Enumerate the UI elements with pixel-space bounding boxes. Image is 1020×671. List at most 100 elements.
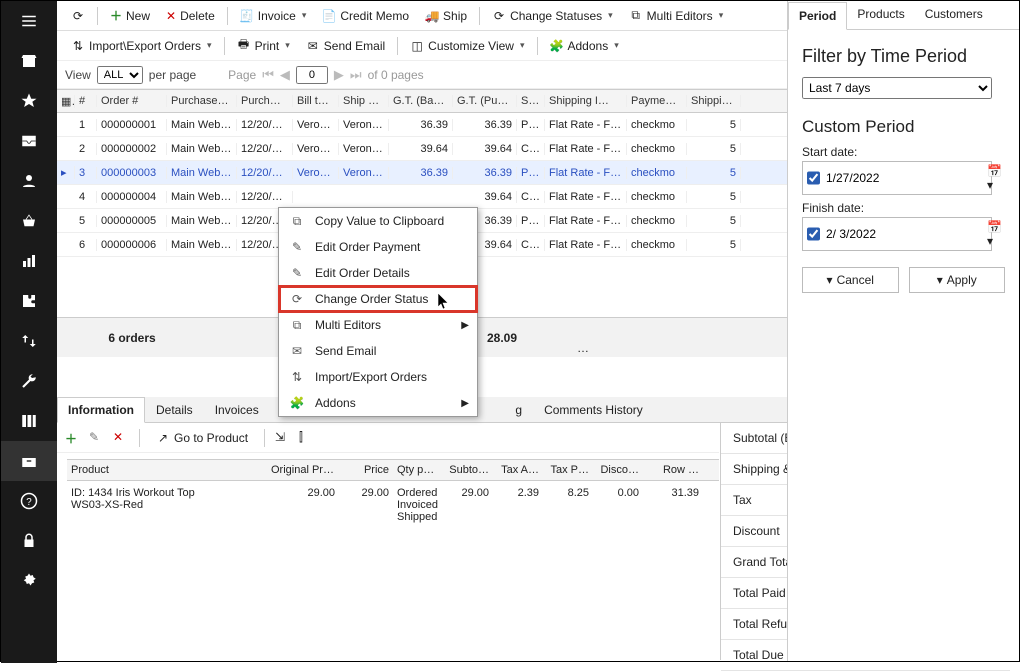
- drawer-icon[interactable]: [1, 441, 57, 481]
- add-icon[interactable]: ＋: [65, 430, 81, 446]
- columns-icon[interactable]: [1, 401, 57, 441]
- start-date-input[interactable]: 📅▾: [802, 161, 992, 195]
- chart-icon[interactable]: [1, 241, 57, 281]
- print-button[interactable]: 🖶Print: [231, 37, 296, 55]
- finish-date-check[interactable]: [807, 227, 820, 241]
- print-icon: 🖶: [237, 39, 251, 53]
- delete-button[interactable]: ✕Delete: [160, 7, 221, 25]
- col-header[interactable]: Payme…: [627, 95, 687, 107]
- page-input[interactable]: [296, 66, 328, 84]
- table-row[interactable]: ▸3000000003Main Websit…12/20/2…Veron…Ver…: [57, 161, 787, 185]
- finish-date-input[interactable]: 📅▾: [802, 217, 992, 251]
- ship-button[interactable]: 🚚Ship: [419, 7, 473, 25]
- puzzle-icon: 🧩: [289, 395, 305, 411]
- gear-icon[interactable]: [1, 561, 57, 601]
- store-icon[interactable]: [1, 41, 57, 81]
- puzzle-icon[interactable]: [1, 281, 57, 321]
- delete-icon[interactable]: ✕: [113, 430, 129, 446]
- lock-icon[interactable]: [1, 521, 57, 561]
- copy-icon: ⧉: [289, 213, 305, 229]
- pager-bar: View ALL per page Page ⏮ ◀ ▶ ⏭ of 0 page…: [57, 61, 787, 89]
- plus-icon: ＋: [110, 7, 122, 24]
- product-name: ID: 1434 Iris Workout Top WS03-XS-Red: [67, 485, 267, 525]
- ctx-copy-value-to-clipboard[interactable]: ⧉Copy Value to Clipboard: [279, 208, 477, 234]
- go-to-product-button[interactable]: ↗Go to Product: [150, 429, 254, 447]
- original-price: 29.00: [267, 485, 339, 525]
- tax-amount: 2.39: [493, 485, 543, 525]
- addons-button[interactable]: 🧩Addons: [544, 37, 625, 55]
- help-icon[interactable]: ?: [1, 481, 57, 521]
- per-page-label: per page: [149, 68, 196, 82]
- col-header[interactable]: #: [75, 95, 97, 107]
- new-button[interactable]: ＋New: [104, 5, 156, 26]
- tab-information[interactable]: Information: [57, 397, 145, 423]
- customize-view-button[interactable]: ◫Customize View: [404, 37, 530, 55]
- tab-period[interactable]: Period: [788, 2, 847, 30]
- ctx-edit-order-payment[interactable]: ✎Edit Order Payment: [279, 234, 477, 260]
- table-row[interactable]: 1000000001Main Websit…12/20/2…Veroni…Ver…: [57, 113, 787, 137]
- menu-icon[interactable]: [1, 1, 57, 41]
- wrench-icon[interactable]: [1, 361, 57, 401]
- col-header[interactable]: Purch…: [237, 95, 293, 107]
- col-header[interactable]: ▦: [57, 95, 75, 108]
- invoice-icon: 🧾: [240, 9, 254, 23]
- start-date-field[interactable]: [826, 171, 981, 185]
- ctx-send-email[interactable]: ✉Send Email: [279, 338, 477, 364]
- invoice-button[interactable]: 🧾Invoice: [234, 7, 313, 25]
- finish-date-field[interactable]: [826, 227, 981, 241]
- tab-customers[interactable]: Customers: [915, 1, 993, 29]
- first-page-icon[interactable]: ⏮: [262, 67, 274, 83]
- refresh-button[interactable]: ⟳: [65, 7, 91, 25]
- col-header[interactable]: G.T. (Purc…: [453, 95, 517, 107]
- import-export-button[interactable]: ⇅Import\Export Orders: [65, 37, 218, 55]
- apply-button[interactable]: ▾Apply: [909, 267, 1006, 293]
- col-header[interactable]: Ship …: [339, 95, 389, 107]
- col-header[interactable]: Bill t…: [293, 95, 339, 107]
- custom-period-title: Custom Period: [802, 117, 1005, 137]
- tab-products[interactable]: Products: [847, 1, 914, 29]
- product-row[interactable]: ID: 1434 Iris Workout Top WS03-XS-Red 29…: [67, 481, 719, 525]
- tab-comments-history[interactable]: Comments History: [533, 397, 654, 422]
- inbox-icon[interactable]: [1, 121, 57, 161]
- ctx-addons[interactable]: 🧩Addons▶: [279, 390, 477, 416]
- toolbar-row-2: ⇅Import\Export Orders 🖶Print ✉Send Email…: [57, 31, 787, 61]
- col-header[interactable]: Order #: [97, 95, 167, 107]
- credit-memo-button[interactable]: 📄Credit Memo: [316, 7, 415, 25]
- period-select[interactable]: Last 7 days: [802, 77, 992, 99]
- subtotal: 29.00: [443, 485, 493, 525]
- collapse-icon[interactable]: ⇲: [275, 430, 291, 446]
- start-date-check[interactable]: [807, 171, 820, 185]
- basket-icon[interactable]: [1, 201, 57, 241]
- calendar-icon[interactable]: 📅▾: [987, 164, 1002, 192]
- tab-g[interactable]: g: [504, 397, 533, 422]
- edit-icon[interactable]: ✎: [89, 430, 105, 446]
- filter-icon: ▾: [937, 273, 943, 287]
- ctx-multi-editors[interactable]: ⧉Multi Editors▶: [279, 312, 477, 338]
- change-statuses-button[interactable]: ⟳Change Statuses: [486, 7, 619, 25]
- prev-page-icon[interactable]: ◀: [280, 67, 290, 83]
- ctx-edit-order-details[interactable]: ✎Edit Order Details: [279, 260, 477, 286]
- star-icon[interactable]: [1, 81, 57, 121]
- page-label: Page: [228, 68, 256, 82]
- col-header[interactable]: Purchased …: [167, 95, 237, 107]
- ctx-import-export-orders[interactable]: ⇅Import/Export Orders: [279, 364, 477, 390]
- next-page-icon[interactable]: ▶: [334, 67, 344, 83]
- col-header[interactable]: G.T. (Base): [389, 95, 453, 107]
- table-row[interactable]: 2000000002Main Websit…12/20/2…Veroni…Ver…: [57, 137, 787, 161]
- send-email-button[interactable]: ✉Send Email: [300, 37, 391, 55]
- col-header[interactable]: Shipping I…: [545, 95, 627, 107]
- col-header[interactable]: Shippin…: [687, 95, 741, 107]
- cancel-button[interactable]: ▾Cancel: [802, 267, 899, 293]
- swap-icon[interactable]: [1, 321, 57, 361]
- calendar-icon[interactable]: 📅▾: [987, 220, 1002, 248]
- mail-icon: ✉: [289, 343, 305, 359]
- tab-details[interactable]: Details: [145, 397, 204, 422]
- person-icon[interactable]: [1, 161, 57, 201]
- split-icon[interactable]: ⫿: [299, 430, 315, 446]
- tab-invoices[interactable]: Invoices: [204, 397, 270, 422]
- table-row[interactable]: 4000000004Main Websit…12/20/…39.64Cl…Fla…: [57, 185, 787, 209]
- multi-editors-button[interactable]: ⧉Multi Editors: [623, 7, 730, 25]
- view-select[interactable]: ALL: [97, 66, 143, 84]
- col-header[interactable]: S…: [517, 95, 545, 107]
- last-page-icon[interactable]: ⏭: [350, 67, 362, 83]
